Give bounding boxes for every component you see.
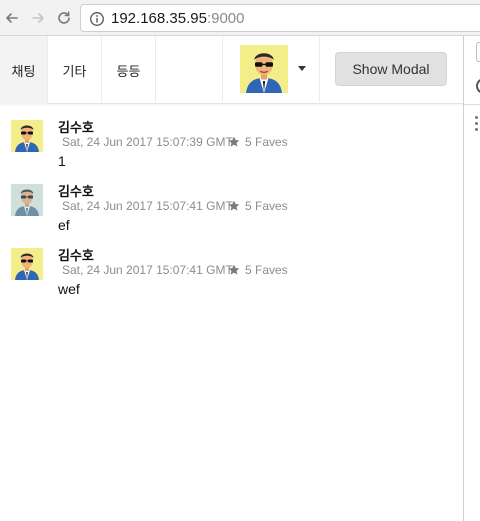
tab-chat[interactable]: 채팅 — [0, 36, 48, 104]
panel-icon-edge — [476, 78, 480, 94]
message-faves: 5 Faves — [245, 135, 288, 149]
url-port: :9000 — [206, 10, 245, 27]
list-item: 김수호 Sat, 24 Jun 2017 15:07:41 GMT 5 Fave… — [0, 170, 463, 233]
forward-arrow-icon[interactable] — [28, 8, 48, 28]
star-icon[interactable] — [228, 263, 240, 275]
message-timestamp: Sat, 24 Jun 2017 15:07:41 GMT — [62, 263, 233, 277]
more-vertical-icon[interactable] — [475, 116, 478, 134]
star-icon[interactable] — [228, 135, 240, 147]
address-bar[interactable]: 192.168.35.95:9000 — [80, 4, 480, 32]
url-host: 192.168.35.95 — [111, 10, 207, 27]
message-author: 김수호 — [58, 120, 94, 135]
message-author: 김수호 — [58, 184, 94, 199]
avatar — [11, 120, 43, 152]
message-author: 김수호 — [58, 248, 94, 263]
message-timestamp: Sat, 24 Jun 2017 15:07:41 GMT — [62, 199, 233, 213]
caret-down-icon[interactable] — [298, 66, 306, 71]
reload-icon[interactable] — [54, 8, 74, 28]
panel-divider — [464, 104, 480, 105]
panel-tab-edge — [476, 42, 480, 62]
side-panel — [463, 36, 480, 521]
list-item: 김수호 Sat, 24 Jun 2017 15:07:39 GMT 5 Fave… — [0, 106, 463, 169]
message-text: ef — [58, 217, 70, 233]
message-text: 1 — [58, 153, 66, 169]
tab-etc[interactable]: 기타 — [48, 36, 102, 104]
message-timestamp: Sat, 24 Jun 2017 15:07:39 GMT — [62, 135, 233, 149]
url-text: 192.168.35.95:9000 — [111, 9, 244, 29]
list-item: 김수호 Sat, 24 Jun 2017 15:07:41 GMT 5 Fave… — [0, 234, 463, 297]
show-modal-button[interactable]: Show Modal — [335, 52, 447, 86]
info-icon[interactable] — [89, 11, 105, 27]
message-faves: 5 Faves — [245, 263, 288, 277]
avatar — [11, 184, 43, 216]
profile-dropdown[interactable] — [222, 36, 320, 104]
avatar — [240, 45, 288, 93]
browser-toolbar: 192.168.35.95:9000 — [0, 0, 480, 36]
avatar — [11, 248, 43, 280]
message-text: wef — [58, 281, 80, 297]
message-faves: 5 Faves — [245, 199, 288, 213]
star-icon[interactable] — [228, 199, 240, 211]
app-navbar: 채팅 기타 등등 Show Modal — [0, 36, 463, 104]
tab-etc-2[interactable]: 등등 — [102, 36, 156, 104]
back-arrow-icon[interactable] — [2, 8, 22, 28]
